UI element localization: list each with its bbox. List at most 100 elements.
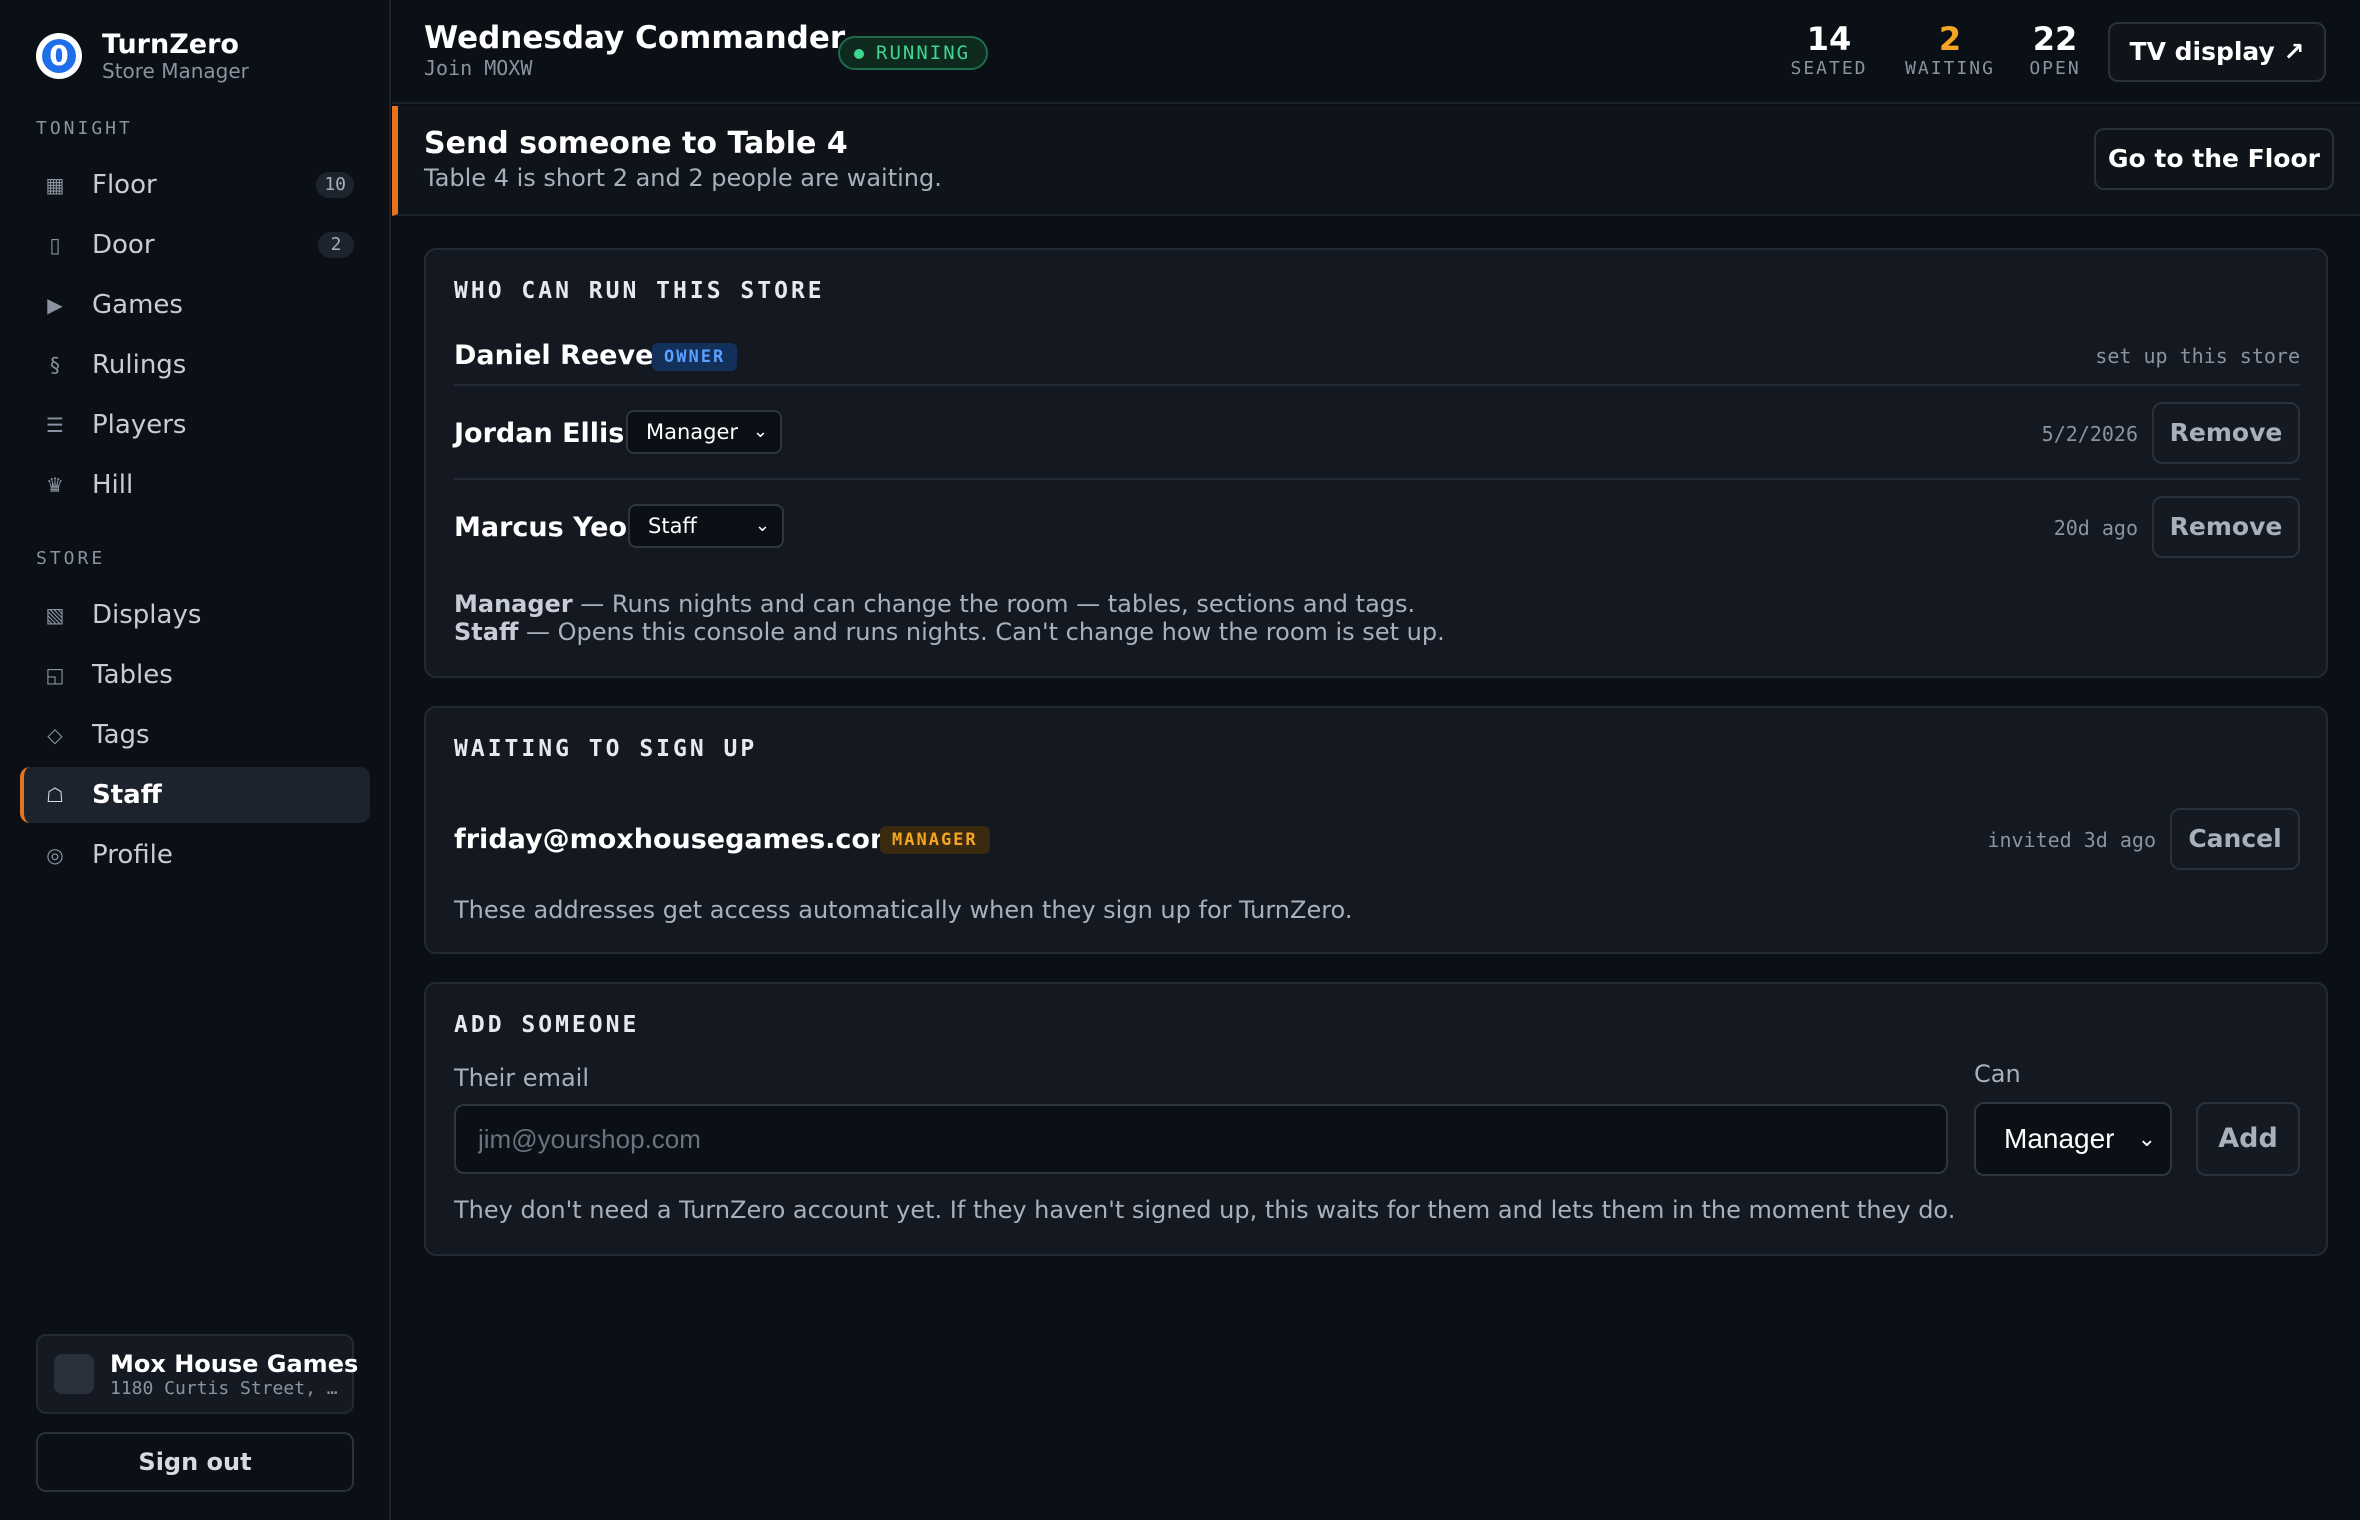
chevron-down-icon: ⌄	[752, 421, 768, 442]
role-select[interactable]: Manager ⌄	[626, 410, 782, 454]
owner-badge: OWNER	[652, 343, 738, 371]
email-label: Their email	[454, 1064, 589, 1092]
section-label-tonight: TONIGHT	[36, 118, 133, 139]
play-icon: ▶	[47, 293, 63, 317]
sidebar-item-hill[interactable]: ♛ Hill	[20, 457, 370, 513]
count-badge: 2	[318, 232, 354, 258]
door-icon: ▯	[49, 233, 61, 257]
sidebar-item-rulings[interactable]: § Rulings	[20, 337, 370, 393]
sidebar-item-profile[interactable]: ◎ Profile	[20, 827, 370, 883]
alert-banner: Send someone to Table 4 Table 4 is short…	[392, 106, 2360, 216]
grid-icon: ▦	[45, 173, 65, 197]
sidebar-item-label: Games	[92, 290, 183, 320]
sidebar-item-label: Tags	[92, 720, 150, 750]
staff-row: Marcus Yeo Staff ⌄ 20d ago Remove	[454, 480, 2300, 574]
person-name: Jordan Ellis	[454, 418, 625, 449]
tag-icon: ◇	[47, 723, 63, 747]
card-heading: ADD SOMEONE	[454, 1012, 640, 1038]
role-select[interactable]: Staff ⌄	[628, 504, 784, 548]
sidebar-item-players[interactable]: ☰ Players	[20, 397, 370, 453]
cancel-invite-button[interactable]: Cancel	[2170, 808, 2300, 870]
stat-waiting: 2 WAITING	[1900, 20, 2000, 79]
alert-message: Table 4 is short 2 and 2 people are wait…	[424, 164, 942, 192]
add-button[interactable]: Add	[2196, 1102, 2300, 1176]
staff-row-owner: Daniel Reeve OWNER set up this store	[454, 328, 2300, 386]
sidebar-item-label: Floor	[92, 170, 157, 200]
sidebar-item-label: Door	[92, 230, 155, 260]
member-date: 20d ago	[2053, 516, 2138, 540]
owner-note: set up this store	[2095, 344, 2300, 368]
stat-open: 22 OPEN	[2022, 20, 2088, 79]
invite-row: friday@moxhousegames.com MANAGER invited…	[454, 796, 2300, 880]
display-icon: ▧	[45, 603, 65, 627]
alert-title: Send someone to Table 4	[424, 126, 848, 161]
store-avatar	[54, 1354, 94, 1394]
crown-icon: ♛	[46, 473, 64, 497]
profile-icon: ◎	[46, 843, 64, 867]
person-name: Marcus Yeo	[454, 512, 628, 543]
add-staff-card: ADD SOMEONE Their email Can Manager⌄ Add…	[424, 982, 2328, 1256]
staff-icon: ☖	[46, 783, 64, 807]
role-badge: MANAGER	[880, 826, 990, 854]
sidebar-item-label: Players	[92, 410, 187, 440]
role-descriptions: Manager — Runs nights and can change the…	[454, 590, 1445, 646]
store-name: Mox House Games	[110, 1349, 359, 1378]
list-icon: ☰	[46, 413, 64, 437]
member-date: 5/2/2026	[2041, 422, 2138, 446]
pending-footnote: These addresses get access automatically…	[454, 896, 1353, 924]
remove-button[interactable]: Remove	[2152, 402, 2300, 464]
sidebar-item-tables[interactable]: ◱ Tables	[20, 647, 370, 703]
new-role-select[interactable]: Manager ⌄	[1974, 1102, 2172, 1176]
staff-card: WHO CAN RUN THIS STORE Daniel Reeve OWNE…	[424, 248, 2328, 678]
status-badge: RUNNING	[838, 36, 989, 70]
tv-display-button[interactable]: TV display ↗	[2108, 22, 2326, 82]
stat-value: 14	[1806, 20, 1852, 58]
sidebar-item-games[interactable]: ▶ Games	[20, 277, 370, 333]
card-heading: WAITING TO SIGN UP	[454, 736, 758, 762]
sign-out-button[interactable]: Sign out	[36, 1432, 354, 1492]
sidebar-item-label: Profile	[92, 840, 173, 870]
sidebar-item-door[interactable]: ▯ Door 2	[20, 217, 370, 273]
stat-seated: 14 SEATED	[1784, 20, 1874, 79]
sidebar-item-floor[interactable]: ▦ Floor 10	[20, 157, 370, 213]
stat-label: WAITING	[1905, 58, 1995, 79]
sidebar-item-label: Tables	[92, 660, 173, 690]
stat-label: SEATED	[1790, 58, 1868, 79]
remove-button[interactable]: Remove	[2152, 496, 2300, 558]
stat-label: OPEN	[2029, 58, 2081, 79]
invite-note: invited 3d ago	[1987, 828, 2156, 852]
sidebar-item-label: Hill	[92, 470, 134, 500]
email-input[interactable]	[454, 1104, 1948, 1174]
go-to-floor-button[interactable]: Go to the Floor	[2094, 128, 2334, 190]
count-badge: 10	[316, 172, 354, 198]
sidebar-item-staff[interactable]: ☖ Staff	[20, 767, 370, 823]
pending-invites-card: WAITING TO SIGN UP friday@moxhousegames.…	[424, 706, 2328, 954]
role-label: Can	[1974, 1060, 2021, 1088]
event-join-code: Join MOXW	[424, 56, 533, 80]
chevron-down-icon: ⌄	[2137, 1126, 2156, 1151]
brand-name: TurnZero	[102, 29, 239, 60]
sidebar-item-displays[interactable]: ▧ Displays	[20, 587, 370, 643]
top-bar: Wednesday Commander Join MOXW RUNNING 14…	[392, 0, 2360, 104]
sidebar: 0 TurnZero Store Manager TONIGHT ▦ Floor…	[0, 0, 391, 1520]
sidebar-item-tags[interactable]: ◇ Tags	[20, 707, 370, 763]
add-footnote: They don't need a TurnZero account yet. …	[454, 1196, 1956, 1224]
staff-row: Jordan Ellis Manager ⌄ 5/2/2026 Remove	[454, 386, 2300, 480]
brand[interactable]: 0 TurnZero Store Manager	[36, 30, 249, 82]
card-heading: WHO CAN RUN THIS STORE	[454, 278, 825, 304]
sidebar-item-label: Displays	[92, 600, 202, 630]
person-name: Daniel Reeve	[454, 340, 654, 371]
store-address: 1180 Curtis Street, Denver	[110, 1377, 340, 1399]
event-title: Wednesday Commander	[424, 20, 846, 56]
turnzero-logo-icon: 0	[36, 33, 82, 79]
role-desc-manager: Manager — Runs nights and can change the…	[454, 590, 1416, 618]
chevron-down-icon: ⌄	[754, 515, 770, 536]
section-label-store: STORE	[36, 548, 106, 569]
sidebar-item-label: Rulings	[92, 350, 187, 380]
table-icon: ◱	[45, 663, 65, 687]
sidebar-item-label: Staff	[92, 780, 162, 810]
brand-subtitle: Store Manager	[102, 59, 249, 83]
store-switcher[interactable]: Mox House Games 1180 Curtis Street, Denv…	[36, 1334, 358, 1414]
stat-value: 22	[2032, 20, 2078, 58]
stat-value: 2	[1938, 20, 1962, 58]
